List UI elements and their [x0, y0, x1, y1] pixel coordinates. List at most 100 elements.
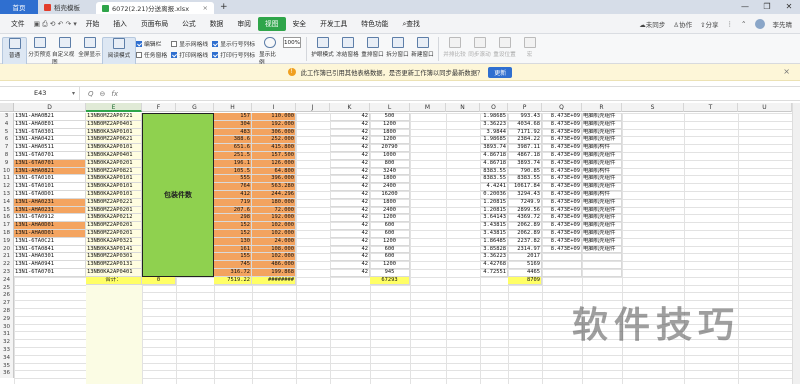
cell-s[interactable]: 电脑机壳组件 [582, 175, 622, 184]
quick-access-icons[interactable]: ▣ ⎙ ⟲ ↶ ↷ ▾ [32, 17, 79, 31]
cell-r[interactable]: 8.473E+09 [542, 152, 582, 160]
total-h[interactable]: 7519.22 [214, 276, 252, 285]
cell-weight[interactable]: 412 [214, 191, 252, 199]
toolbar-checkbox[interactable]: 编辑栏 [136, 39, 167, 48]
cell-net-weight[interactable]: 110.000 [252, 113, 296, 121]
cell-weight[interactable]: 105.5 [214, 167, 252, 176]
column-header[interactable]: Q [542, 103, 582, 112]
cell-p[interactable]: 1.86485 [480, 237, 508, 246]
cell-s[interactable] [582, 253, 622, 262]
cell-net-weight[interactable]: 415.800 [252, 144, 296, 152]
cell-p[interactable]: 1.98685 [480, 113, 508, 121]
row-header[interactable]: 19 [0, 237, 14, 246]
cell-r[interactable] [542, 261, 582, 269]
cell-model-no[interactable]: 13NB0KA2AP0101 [86, 183, 142, 191]
cell-r[interactable]: 8.473E+09 [542, 245, 582, 254]
cell-weight[interactable]: 130 [214, 237, 252, 246]
menu-item[interactable]: 开发工具 [313, 17, 354, 31]
cell-part-no[interactable]: 13N1-AHA0941 [14, 261, 86, 269]
cell-q[interactable]: 3294.43 [508, 191, 542, 199]
cell-s[interactable]: 电脑机壳组件 [582, 237, 622, 246]
cell-net-weight[interactable]: 102.000 [252, 222, 296, 230]
toolbar-checkbox[interactable]: 显示行号列标 [212, 39, 255, 48]
column-header[interactable]: L [370, 103, 410, 112]
row-header[interactable]: 4 [0, 120, 14, 129]
menu-item[interactable]: 特色功能 [354, 17, 395, 31]
cell-r[interactable]: 8.473E+09 [542, 214, 582, 223]
cell-part-no[interactable]: 13N1-AHA0231 [14, 198, 86, 207]
column-header[interactable]: H [214, 103, 252, 112]
cell-s[interactable]: 电脑机壳组件 [582, 222, 622, 230]
checkbox-box[interactable] [136, 51, 142, 58]
column-header[interactable]: K [330, 103, 370, 112]
cell-part-no[interactable]: 13N1-AHA0E01 [14, 120, 86, 129]
cell-model-no[interactable]: 13NB0MZ2AP0131 [86, 261, 142, 269]
cell-q[interactable]: 2062.89 [508, 230, 542, 238]
cell-p[interactable]: 8383.55 [480, 167, 508, 176]
cell-weight[interactable]: 483 [214, 128, 252, 137]
cell-p[interactable]: 8383.55 [480, 175, 508, 184]
cell-qty[interactable]: 2400 [370, 183, 410, 191]
toolbar-button[interactable]: 重设位置 [492, 37, 517, 58]
cell-model-no[interactable]: 13NB0MZ2AP0821 [86, 167, 142, 176]
row-header[interactable]: 7 [0, 144, 14, 152]
cell-model-no[interactable]: 13NB0MZ2AP0201 [86, 222, 142, 230]
cell-r[interactable]: 8.473E+09 [542, 113, 582, 121]
vertical-scrollbar[interactable] [792, 103, 800, 384]
row-header[interactable]: 18 [0, 230, 14, 238]
cell-s[interactable]: 电脑机壳组件 [582, 206, 622, 215]
cell-weight[interactable]: 298 [214, 214, 252, 223]
row-header[interactable]: 24 [0, 276, 14, 285]
name-box[interactable]: E43 ▾ [0, 87, 80, 100]
cell-q[interactable]: 3893.74 [508, 159, 542, 168]
cell-part-no[interactable]: 13N1-AHA0231 [14, 206, 86, 215]
menu-item[interactable]: 审阅 [230, 17, 258, 31]
cell-r[interactable]: 8.473E+09 [542, 198, 582, 207]
cell-q[interactable]: 2899.56 [508, 206, 542, 215]
row-header[interactable]: 32 [0, 339, 14, 347]
toolbar-checkbox[interactable]: 打印网格线 [171, 50, 208, 59]
toolbar-checkbox[interactable]: 打印行号列标 [212, 50, 255, 59]
toolbar-checkbox[interactable]: 显示网格线 [171, 39, 208, 48]
row-header[interactable]: 13 [0, 191, 14, 199]
cell-part-no[interactable]: 13N1-AHA0B21 [14, 113, 86, 121]
cell-qty[interactable]: 20790 [370, 144, 410, 152]
cell-net-weight[interactable]: 180.000 [252, 198, 296, 207]
cell-k[interactable]: 42 [330, 128, 370, 137]
cell-qty[interactable]: 500 [370, 113, 410, 121]
cell-q[interactable]: 8383.55 [508, 175, 542, 184]
cell-weight[interactable]: 745 [214, 261, 252, 269]
cell-model-no[interactable]: 13NB0MZ2AP0201 [86, 230, 142, 238]
cell-s[interactable] [582, 261, 622, 269]
cell-qty[interactable]: 1200 [370, 136, 410, 145]
cell-qty[interactable]: 3240 [370, 167, 410, 176]
row-header[interactable]: 10 [0, 167, 14, 176]
toolbar-button[interactable]: 冻结窗格 [335, 37, 360, 58]
maximize-button[interactable]: ❐ [756, 0, 778, 14]
cell-qty[interactable]: 600 [370, 253, 410, 262]
column-header[interactable]: M [410, 103, 446, 112]
cell-q[interactable]: 3987.11 [508, 144, 542, 152]
cell-qty[interactable]: 1000 [370, 152, 410, 160]
cell-weight[interactable]: 161 [214, 245, 252, 254]
row-header[interactable]: 26 [0, 292, 14, 301]
row-header[interactable]: 15 [0, 206, 14, 215]
cell-s[interactable]: 电脑机壳组件 [582, 152, 622, 160]
row-header[interactable]: 12 [0, 183, 14, 191]
row-header[interactable]: 8 [0, 152, 14, 160]
cell-r[interactable]: 8.473E+09 [542, 206, 582, 215]
toolbar-button[interactable]: 同步滚动 [467, 37, 492, 58]
row-header[interactable]: 25 [0, 284, 14, 293]
cell-s[interactable]: 电脑机壳组件 [582, 159, 622, 168]
user-name[interactable]: 李先晴 [773, 19, 793, 29]
row-header[interactable]: 23 [0, 269, 14, 277]
minimize-button[interactable]: — [734, 0, 756, 14]
toolbar-button[interactable]: 自定义视图 [52, 37, 77, 66]
cell-weight[interactable]: 388.6 [214, 136, 252, 145]
cell-r[interactable]: 8.473E+09 [542, 222, 582, 230]
cell-q[interactable]: 2017 [508, 253, 542, 262]
row-header[interactable]: 9 [0, 159, 14, 168]
cell-qty[interactable]: 1200 [370, 120, 410, 129]
cell-weight[interactable]: 196.1 [214, 159, 252, 168]
cell-net-weight[interactable]: 72.000 [252, 206, 296, 215]
